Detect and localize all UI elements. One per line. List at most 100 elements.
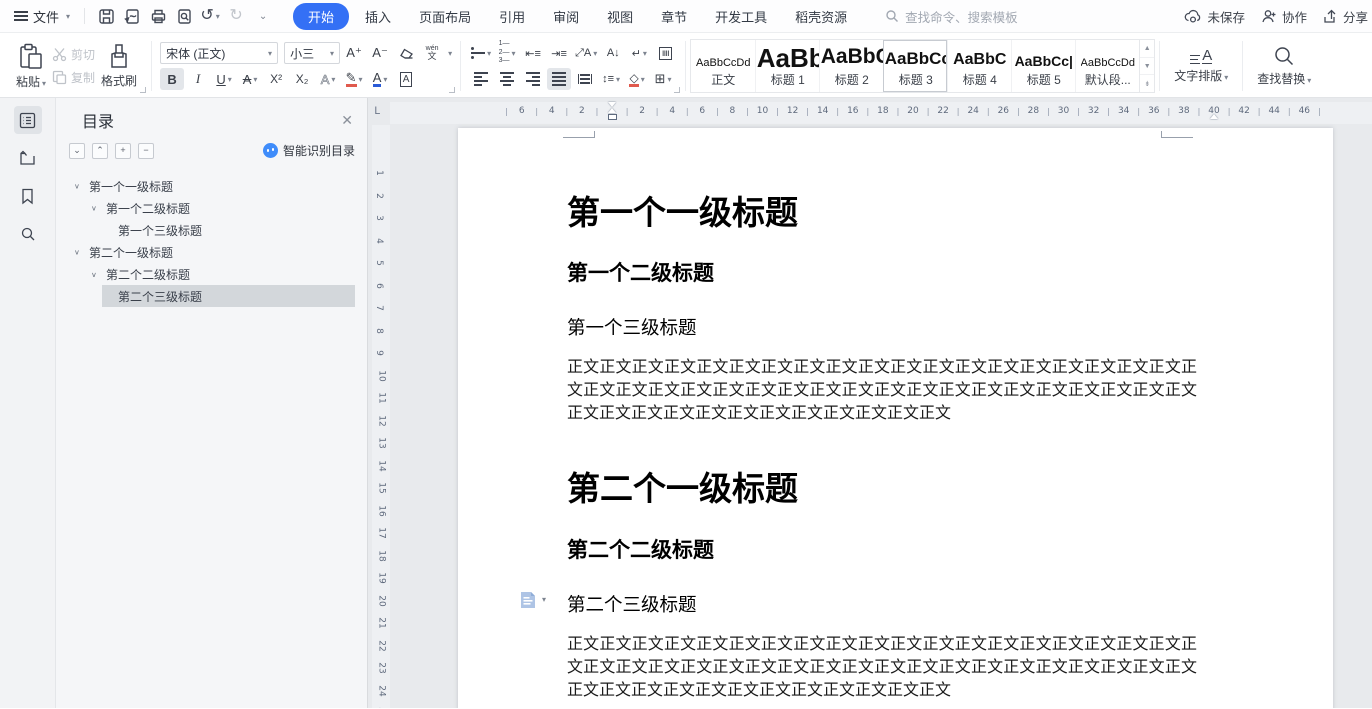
increase-indent-button[interactable]: ⇥≡	[547, 42, 571, 64]
save-button[interactable]	[93, 4, 119, 28]
bold-button[interactable]: B	[160, 68, 184, 90]
tab-home[interactable]: 开始	[293, 3, 349, 30]
align-left-button[interactable]	[469, 68, 493, 90]
document-page[interactable]: 第一个一级标题 第一个二级标题 第一个三级标题 正文正文正文正文正文正文正文正文…	[458, 128, 1333, 708]
font-size-select[interactable]: 小三▾	[284, 42, 340, 64]
sort-button[interactable]: A↓	[601, 42, 625, 64]
doc-heading2[interactable]: 第一个二级标题	[567, 257, 1197, 287]
toc-item[interactable]: ∨第一个一级标题	[62, 175, 367, 197]
paste-button[interactable]: 粘贴▾	[10, 41, 52, 92]
chevron-down-icon[interactable]: ∨	[91, 204, 101, 212]
italic-button[interactable]: I	[186, 68, 210, 90]
toc-item[interactable]: 第一个三级标题	[62, 219, 367, 241]
file-menu-button[interactable]: 文件 ▾	[8, 3, 76, 30]
justify-button[interactable]	[547, 68, 571, 90]
paragraph-dialog-launcher[interactable]	[674, 87, 680, 93]
toc-promote-button[interactable]: +	[115, 143, 131, 159]
text-effects-button[interactable]: A▾	[316, 68, 340, 90]
sidebar-bookmark-button[interactable]	[14, 182, 42, 210]
subscript-button[interactable]: X₂	[290, 68, 314, 90]
char-scale-button[interactable]: ⤢A▾	[573, 42, 599, 64]
save-status[interactable]: 未保存	[1184, 7, 1245, 26]
superscript-button[interactable]: X²	[264, 68, 288, 90]
tab-view[interactable]: 视图	[595, 3, 645, 30]
toc-demote-button[interactable]: −	[138, 143, 154, 159]
tab-review[interactable]: 审阅	[541, 3, 591, 30]
h-ruler[interactable]: 6422468101214161820222426283032343638404…	[390, 102, 1372, 124]
styles-scroll-up[interactable]: ▲	[1140, 40, 1154, 57]
first-line-indent-marker[interactable]	[608, 102, 616, 107]
left-indent-marker[interactable]	[608, 114, 617, 120]
find-replace-button[interactable]: 查找替换▾	[1251, 43, 1317, 89]
decrease-indent-button[interactable]: ⇤≡	[521, 42, 545, 64]
align-right-button[interactable]	[521, 68, 545, 90]
heading-level-button[interactable]: ▾	[520, 591, 546, 609]
chevron-down-icon[interactable]: ∨	[91, 270, 101, 278]
shading-button[interactable]: ◇▾	[625, 68, 649, 90]
toc-item[interactable]: ∨第二个一级标题	[62, 241, 367, 263]
copy-button[interactable]: 复制	[52, 69, 95, 86]
text-direction-button[interactable]: ↵▾	[627, 42, 651, 64]
doc-heading3[interactable]: ▾ 第二个三级标题	[567, 591, 1197, 617]
char-width-button[interactable]: ıııı	[653, 42, 677, 64]
hanging-indent-marker[interactable]	[608, 108, 616, 113]
style-heading2[interactable]: AaBbC( 标题 2	[819, 40, 883, 92]
more-commands-button[interactable]: ⌄	[249, 4, 275, 28]
phonetic-guide-button[interactable]: wén 文	[420, 42, 444, 64]
chevron-down-icon[interactable]: ∨	[74, 182, 84, 190]
font-color-button[interactable]: A▾	[368, 68, 392, 90]
indent-markers[interactable]	[608, 102, 617, 120]
numbering-button[interactable]: 1—2—3—▾	[495, 42, 519, 64]
tab-page-layout[interactable]: 页面布局	[407, 3, 483, 30]
clipboard-dialog-launcher[interactable]	[140, 87, 146, 93]
tab-section[interactable]: 章节	[649, 3, 699, 30]
doc-paragraph[interactable]: 正文正文正文正文正文正文正文正文正文正文正文正文正文正文正文正文正文正文正文正文…	[567, 355, 1197, 424]
line-spacing-button[interactable]: ↕≡▾	[599, 68, 623, 90]
highlight-button[interactable]: ✎▾	[342, 68, 366, 90]
document-content[interactable]: 第一个一级标题 第一个二级标题 第一个三级标题 正文正文正文正文正文正文正文正文…	[458, 128, 1333, 701]
chevron-down-icon[interactable]: ∨	[74, 248, 84, 256]
close-icon[interactable]: ✕	[341, 112, 353, 129]
collaborate-button[interactable]: 协作	[1261, 7, 1307, 26]
char-border-button[interactable]: A	[394, 68, 418, 90]
doc-paragraph[interactable]: 正文正文正文正文正文正文正文正文正文正文正文正文正文正文正文正文正文正文正文正文…	[567, 632, 1197, 701]
align-center-button[interactable]	[495, 68, 519, 90]
print-preview-button[interactable]	[171, 4, 197, 28]
strikethrough-button[interactable]: A▾	[238, 68, 262, 90]
toc-item[interactable]: ∨第二个二级标题	[62, 263, 367, 285]
toc-item[interactable]: ∨第一个二级标题	[62, 197, 367, 219]
toc-collapse-all-button[interactable]: ⌃	[92, 143, 108, 159]
toc-expand-all-button[interactable]: ⌄	[69, 143, 85, 159]
borders-button[interactable]: ⊞▾	[651, 68, 675, 90]
tab-developer[interactable]: 开发工具	[703, 3, 779, 30]
style-normal[interactable]: AaBbCcDd 正文	[691, 40, 755, 92]
doc-heading1[interactable]: 第二个一级标题	[567, 468, 1197, 509]
toc-item-selected[interactable]: 第二个三级标题	[102, 285, 355, 307]
font-name-select[interactable]: 宋体 (正文)▾	[160, 42, 278, 64]
style-heading4[interactable]: AaBbC 标题 4	[947, 40, 1011, 92]
sidebar-outline-button[interactable]	[14, 106, 42, 134]
cut-button[interactable]: 剪切	[52, 46, 95, 63]
clear-format-button[interactable]	[394, 42, 418, 64]
underline-button[interactable]: U▾	[212, 68, 236, 90]
doc-heading2[interactable]: 第二个二级标题	[567, 534, 1197, 564]
style-heading1[interactable]: AaBb 标题 1	[755, 40, 819, 92]
share-button[interactable]: 分享	[1323, 7, 1368, 26]
style-heading3[interactable]: AaBbCc 标题 3	[883, 40, 947, 92]
command-search-input[interactable]: 查找命令、搜索模板	[885, 7, 1184, 26]
sidebar-search-button[interactable]	[14, 220, 42, 248]
distribute-button[interactable]	[573, 68, 597, 90]
bullets-button[interactable]: ▾	[469, 42, 493, 64]
redo-button[interactable]: ↻	[223, 4, 249, 28]
style-default-para[interactable]: AaBbCcDd 默认段...	[1075, 40, 1139, 92]
tab-stop-selector[interactable]: L	[374, 106, 381, 118]
text-layout-button[interactable]: A 文字排版▾	[1168, 46, 1234, 86]
font-dialog-launcher[interactable]	[449, 87, 455, 93]
shrink-font-button[interactable]: A⁻	[368, 42, 392, 64]
print-button[interactable]	[145, 4, 171, 28]
v-ruler[interactable]: 1234567891011121314151617181920212223242…	[372, 125, 390, 708]
smart-toc-button[interactable]: 智能识别目录	[263, 142, 355, 159]
grow-font-button[interactable]: A⁺	[342, 42, 366, 64]
doc-heading3[interactable]: 第一个三级标题	[567, 314, 1197, 340]
styles-scroll-down[interactable]: ▼	[1140, 57, 1154, 75]
